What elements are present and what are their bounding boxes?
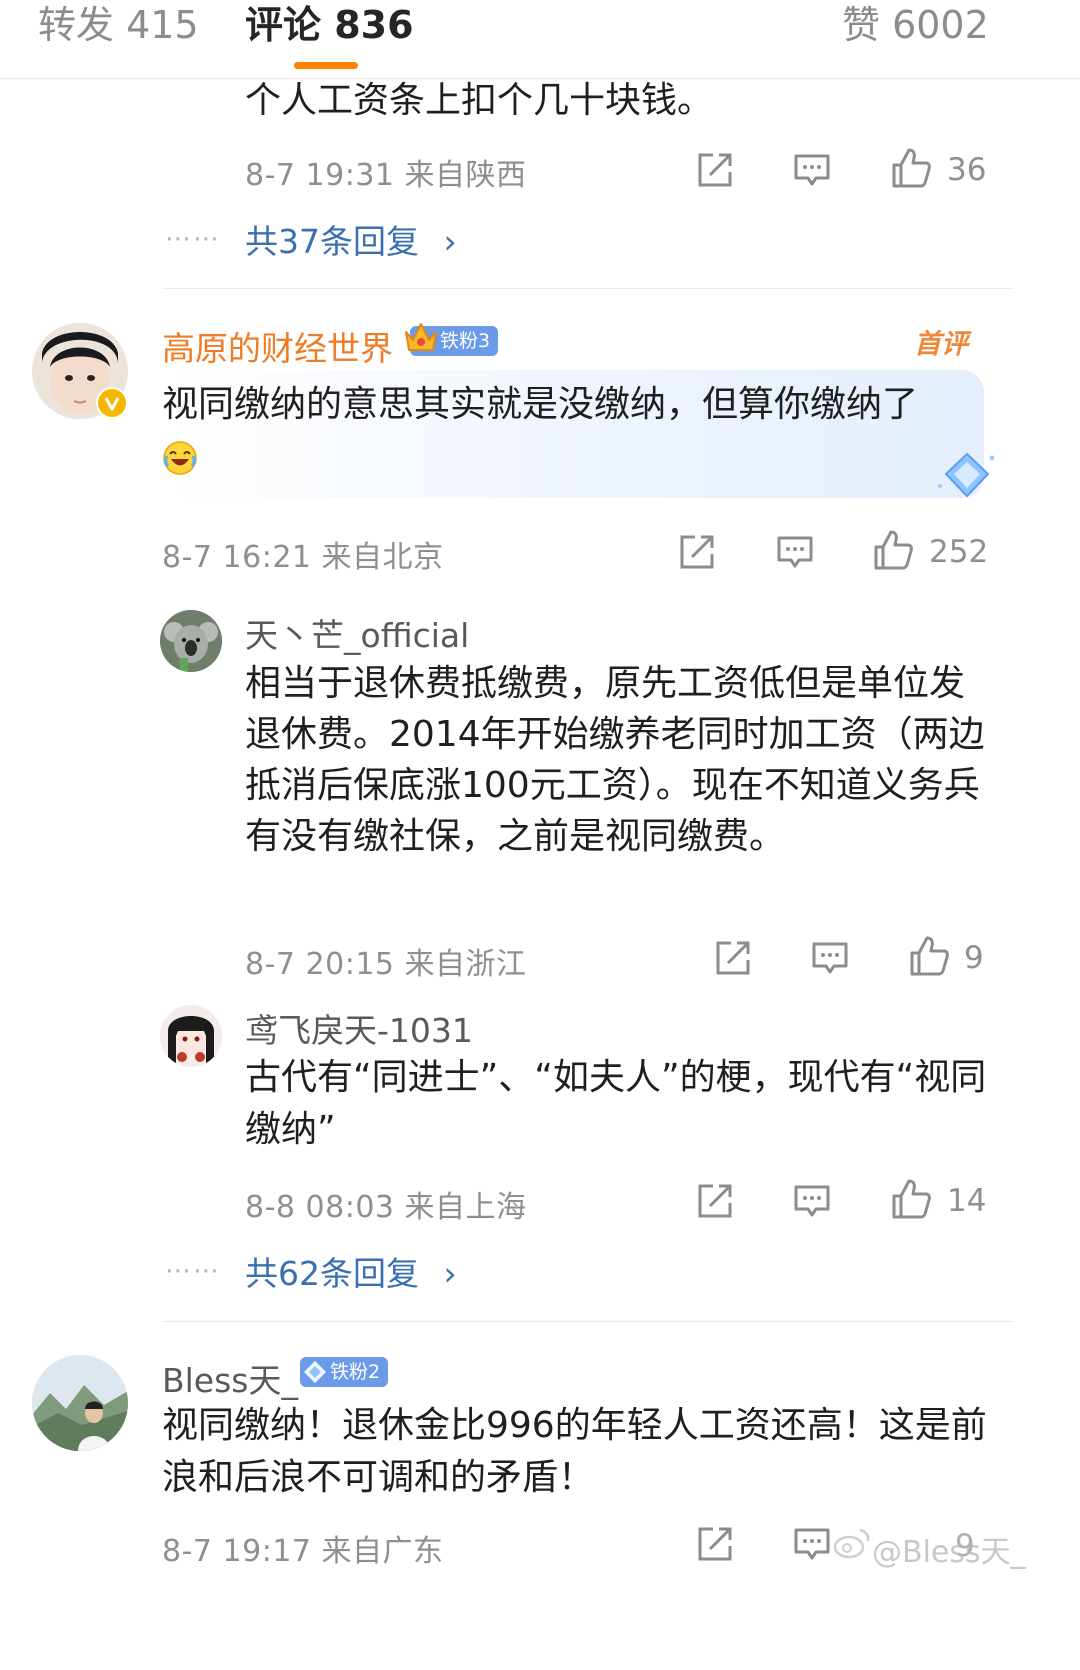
reply-username[interactable]: 鸢飞戾天-1031 <box>245 1004 473 1052</box>
comment-divider <box>162 288 1014 289</box>
fan-badge-label: 铁粉3 <box>440 330 491 352</box>
comment-meta: 8-7 19:17 来自广东 <box>162 1534 444 1569</box>
view-replies-link[interactable]: 共37条回复 › <box>245 215 457 263</box>
tab-reposts[interactable]: 转发 415 <box>38 0 199 49</box>
verified-v-icon <box>96 387 128 419</box>
reply-avatar[interactable] <box>160 610 222 672</box>
avatar-anime-girl <box>160 1005 222 1067</box>
share-icon[interactable] <box>713 938 753 978</box>
comment-meta: 8-7 16:21 来自北京 <box>162 540 444 575</box>
share-icon[interactable] <box>695 1181 735 1221</box>
share-icon[interactable] <box>677 532 717 572</box>
thumbs-up-icon[interactable] <box>890 1177 932 1221</box>
like-count: 14 <box>947 1183 987 1219</box>
thumbs-up-icon[interactable] <box>872 528 914 572</box>
watermark-text: @Bless天_ <box>872 1535 1026 1570</box>
fan-badge-label: 铁粉2 <box>330 1361 381 1383</box>
view-replies-link[interactable]: 共62条回复 › <box>245 1247 457 1295</box>
comment-icon[interactable] <box>792 150 832 190</box>
comment-text: 个人工资条上扣个几十块钱。 <box>245 80 714 121</box>
reply-avatar[interactable] <box>160 1005 222 1067</box>
tab-likes[interactable]: 赞 6002 <box>842 0 989 49</box>
diamond-small-icon <box>304 1361 326 1383</box>
comment-text: 视同缴纳的意思其实就是没缴纳，但算你缴纳了 <box>162 378 962 486</box>
replies-dots: ⋯⋯ <box>165 1256 221 1286</box>
comment-icon[interactable] <box>775 532 815 572</box>
tab-comments[interactable]: 评论 836 <box>245 0 414 49</box>
replies-link-label: 共37条回复 <box>245 222 419 261</box>
comment-divider <box>162 1321 1014 1322</box>
reply-text: 古代有“同进士”、“如夫人”的梗，现代有“视同缴纳” <box>245 1057 987 1150</box>
weibo-logo-icon <box>833 1528 870 1559</box>
reply-username[interactable]: 天丶芒_official <box>245 609 469 657</box>
comment-icon[interactable] <box>792 1524 832 1564</box>
comment-icon[interactable] <box>810 938 850 978</box>
like-count: 36 <box>947 152 987 188</box>
reply-meta: 8-8 08:03 来自上海 <box>245 1190 527 1225</box>
diamond-badge-icon <box>938 452 995 498</box>
chevron-right-icon: › <box>443 222 457 261</box>
avatar-landscape-person <box>32 1355 128 1451</box>
replies-dots: ⋯⋯ <box>165 224 221 254</box>
comments-tab-bar: 转发 415 评论 836 赞 6002 <box>0 0 1080 79</box>
comment-text: 视同缴纳！退休金比996的年轻人工资还高！这是前浪和后浪不可调和的矛盾！ <box>162 1405 987 1498</box>
comment-text-content: 视同缴纳的意思其实就是没缴纳，但算你缴纳了 <box>162 384 919 425</box>
like-count: 252 <box>929 534 989 570</box>
chevron-right-icon: › <box>443 1254 457 1293</box>
thumbs-up-icon[interactable] <box>908 934 950 978</box>
reply-meta: 8-7 20:15 来自浙江 <box>245 947 527 982</box>
share-icon[interactable] <box>695 1524 735 1564</box>
comment-meta: 8-7 19:31 来自陕西 <box>245 158 527 193</box>
comment-username[interactable]: 高原的财经世界 <box>162 322 393 370</box>
avatar-koala <box>160 610 222 672</box>
like-count: 9 <box>955 1528 975 1564</box>
active-tab-indicator <box>294 62 358 69</box>
reply-text: 相当于退休费抵缴费，原先工资低但是单位发退休费。2014年开始缴养老同时加工资（… <box>245 663 985 857</box>
first-comment-tag: 首评 <box>914 329 968 360</box>
comment-username[interactable]: Bless天_ <box>162 1354 298 1402</box>
replies-link-label: 共62条回复 <box>245 1254 419 1293</box>
laughing-emoji-icon <box>163 441 197 475</box>
thumbs-up-icon[interactable] <box>890 146 932 190</box>
crown-badge-icon <box>405 323 437 351</box>
share-icon[interactable] <box>695 150 735 190</box>
avatar[interactable] <box>32 1355 128 1451</box>
comment-icon[interactable] <box>792 1181 832 1221</box>
like-count: 9 <box>964 940 984 976</box>
